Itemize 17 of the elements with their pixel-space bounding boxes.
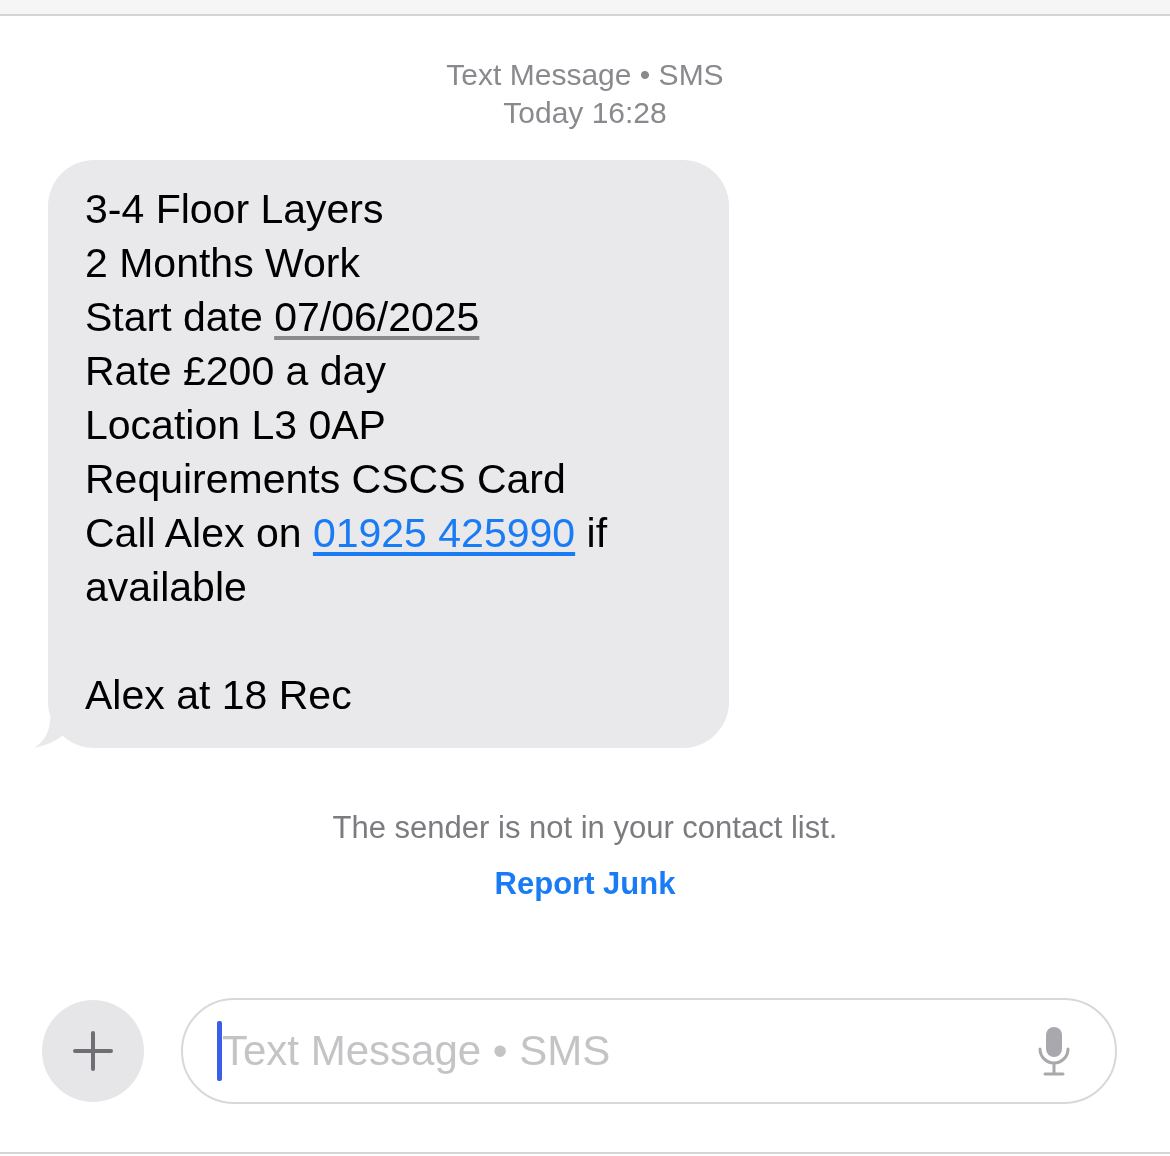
message-line: Location L3 0AP [85, 401, 387, 450]
date-link[interactable]: 07/06/2025 [274, 294, 480, 340]
message-input-field[interactable]: Text Message • SMS [181, 998, 1117, 1104]
message-line: Alex at 18 Rec [85, 671, 353, 720]
conversation-service: Text Message • SMS [446, 57, 724, 93]
report-junk-link[interactable]: Report Junk [494, 864, 676, 904]
message-line: 3-4 Floor Layers [85, 185, 385, 234]
message-timestamp: Today 16:28 [503, 95, 667, 131]
plus-icon [73, 1031, 113, 1071]
phone-number-link[interactable]: 01925 425990 [312, 510, 576, 556]
message-line: Call Alex on 01925 425990 if available [85, 509, 609, 612]
message-line: Requirements CSCS Card [85, 455, 567, 504]
message-line: Start date 07/06/2025 [85, 293, 481, 342]
message-input[interactable]: Text Message • SMS [222, 1027, 1037, 1075]
unknown-sender-notice: The sender is not in your contact list. [332, 809, 838, 847]
message-line: Rate £200 a day [85, 347, 387, 396]
message-line: 2 Months Work [85, 239, 361, 288]
